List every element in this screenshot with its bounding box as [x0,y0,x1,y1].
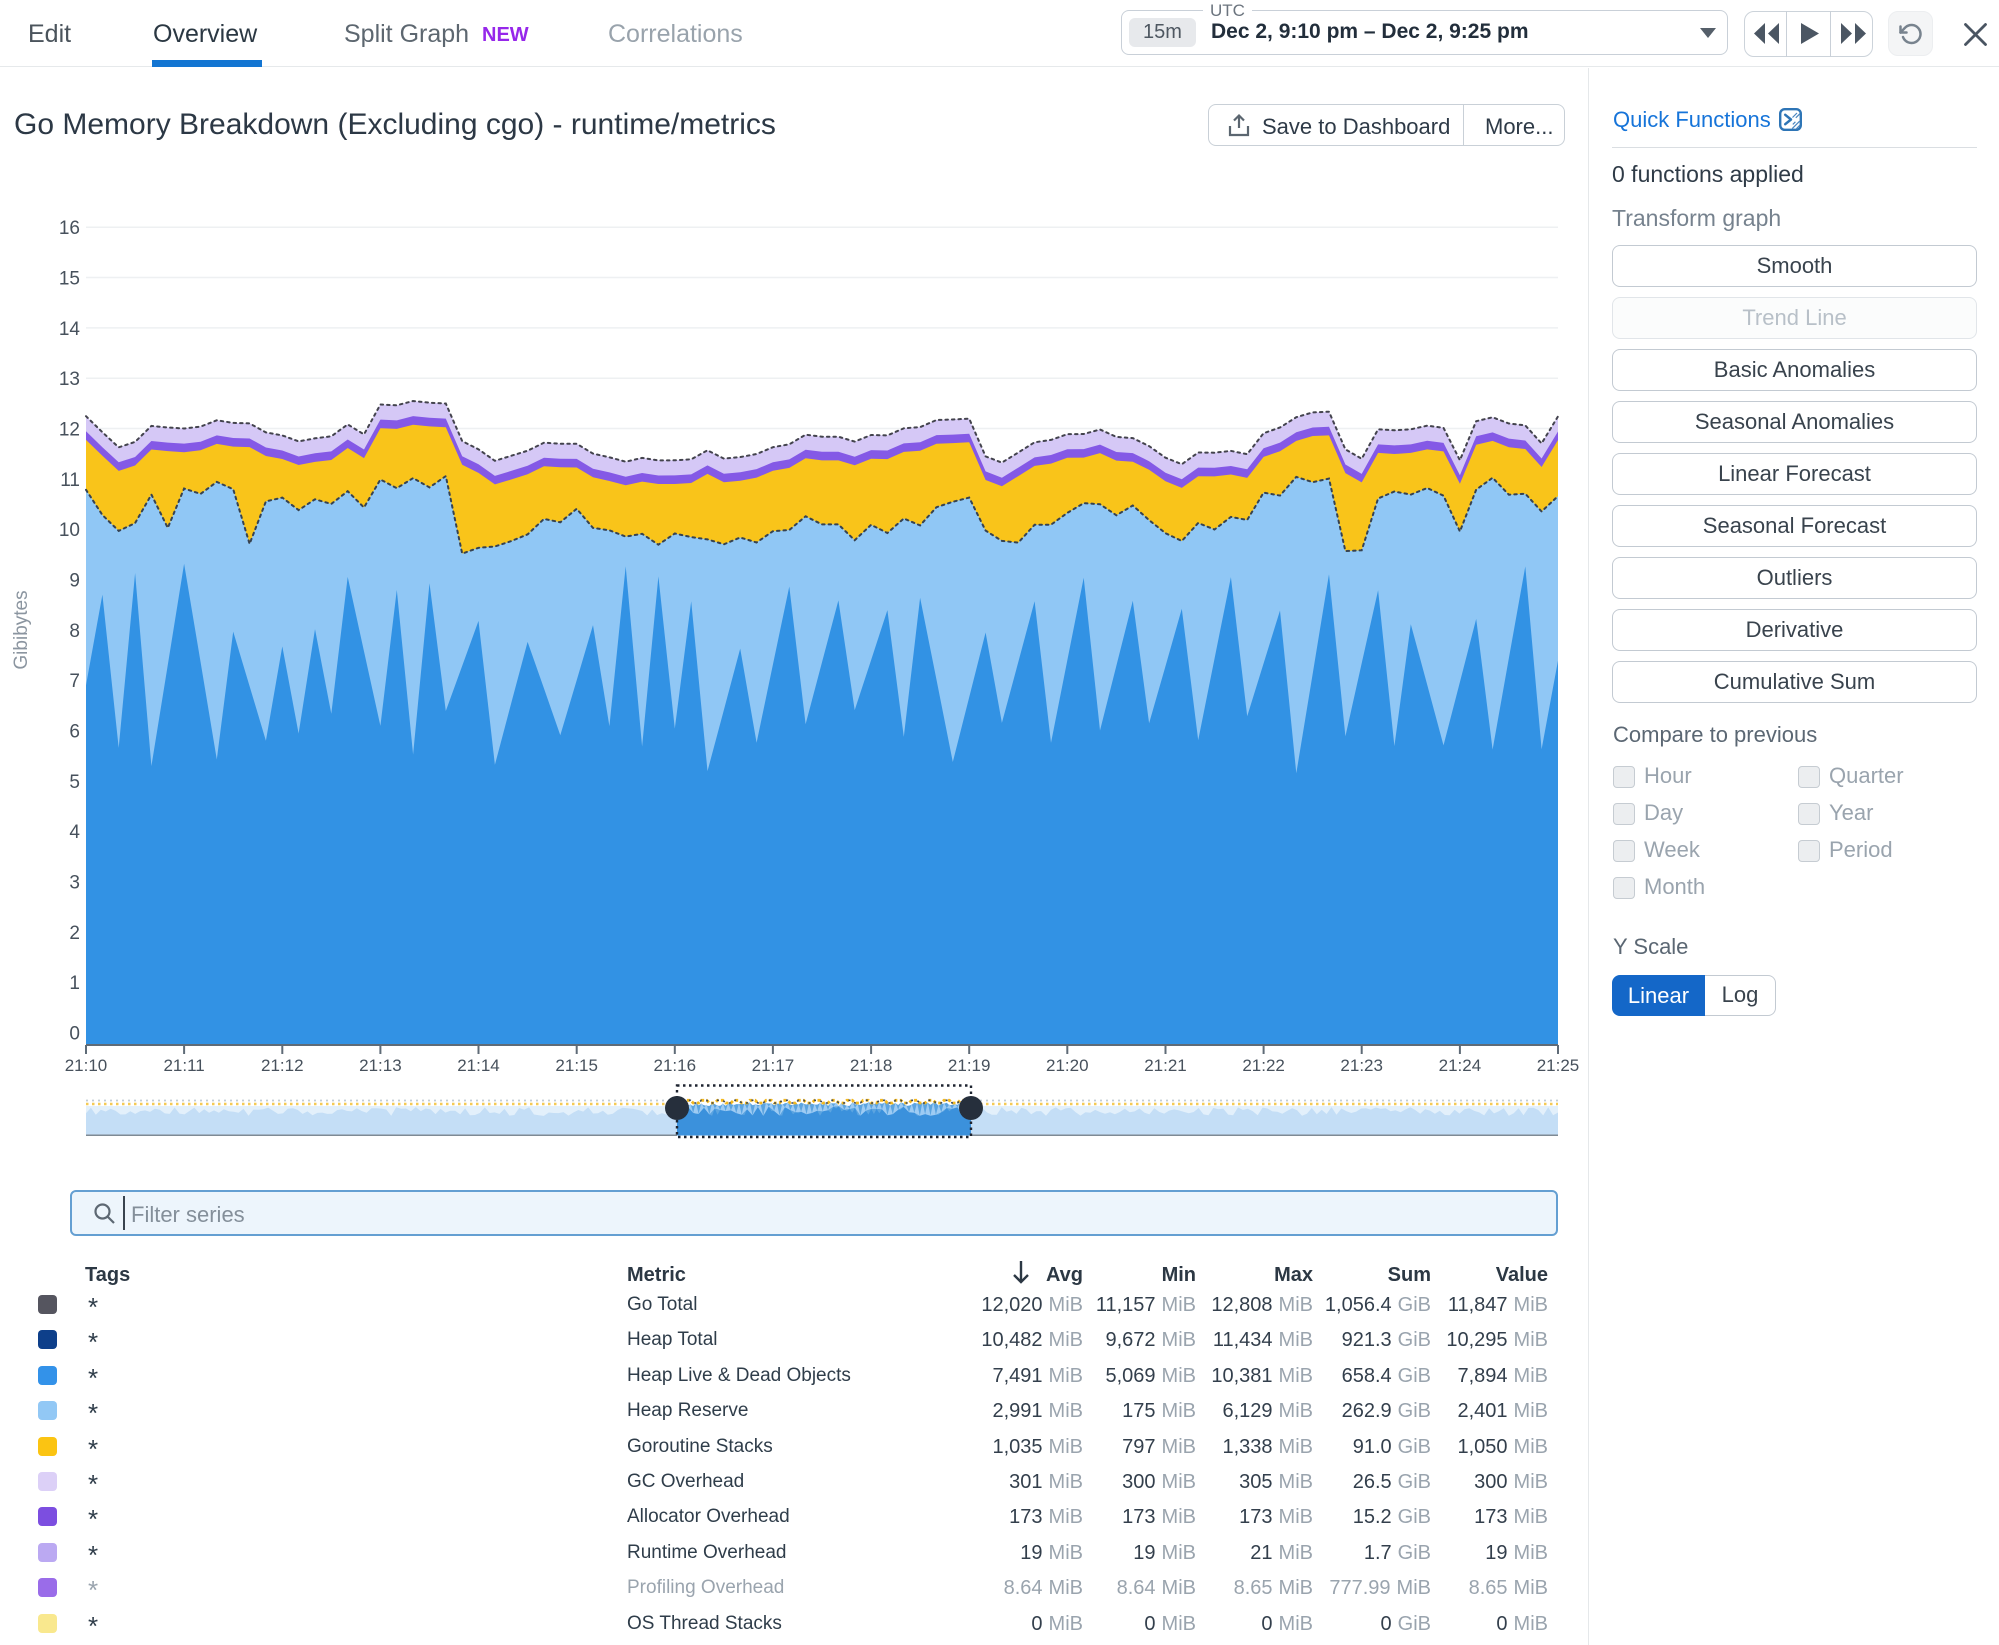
svg-text:15: 15 [59,269,80,290]
svg-text:21:22: 21:22 [1242,1056,1285,1075]
svg-text:4: 4 [69,822,80,843]
svg-text:21:15: 21:15 [555,1056,598,1075]
svg-text:10: 10 [59,520,80,541]
svg-text:5: 5 [69,772,80,793]
svg-text:14: 14 [59,319,81,340]
svg-text:12: 12 [59,420,80,441]
svg-text:21:21: 21:21 [1144,1056,1187,1075]
svg-text:21:24: 21:24 [1439,1056,1482,1075]
svg-text:21:12: 21:12 [261,1056,304,1075]
svg-text:21:13: 21:13 [359,1056,402,1075]
svg-text:Gibibytes: Gibibytes [11,590,32,669]
svg-text:21:10: 21:10 [65,1056,108,1075]
svg-text:3: 3 [69,872,80,893]
svg-text:1: 1 [69,973,80,994]
svg-text:21:25: 21:25 [1537,1056,1580,1075]
svg-text:16: 16 [59,218,80,239]
svg-text:11: 11 [60,470,80,491]
svg-text:21:23: 21:23 [1340,1056,1383,1075]
svg-text:6: 6 [69,722,80,743]
svg-text:8: 8 [69,621,80,642]
svg-text:21:16: 21:16 [654,1056,697,1075]
svg-text:2: 2 [69,923,80,944]
svg-text:0: 0 [69,1023,80,1044]
svg-text:13: 13 [59,369,80,390]
svg-text:21:17: 21:17 [752,1056,795,1075]
svg-text:21:20: 21:20 [1046,1056,1089,1075]
svg-text:21:11: 21:11 [163,1056,204,1075]
svg-text:21:14: 21:14 [457,1056,500,1075]
svg-text:21:18: 21:18 [850,1056,893,1075]
svg-text:9: 9 [69,571,80,592]
svg-text:7: 7 [69,671,80,692]
svg-text:21:19: 21:19 [948,1056,991,1075]
